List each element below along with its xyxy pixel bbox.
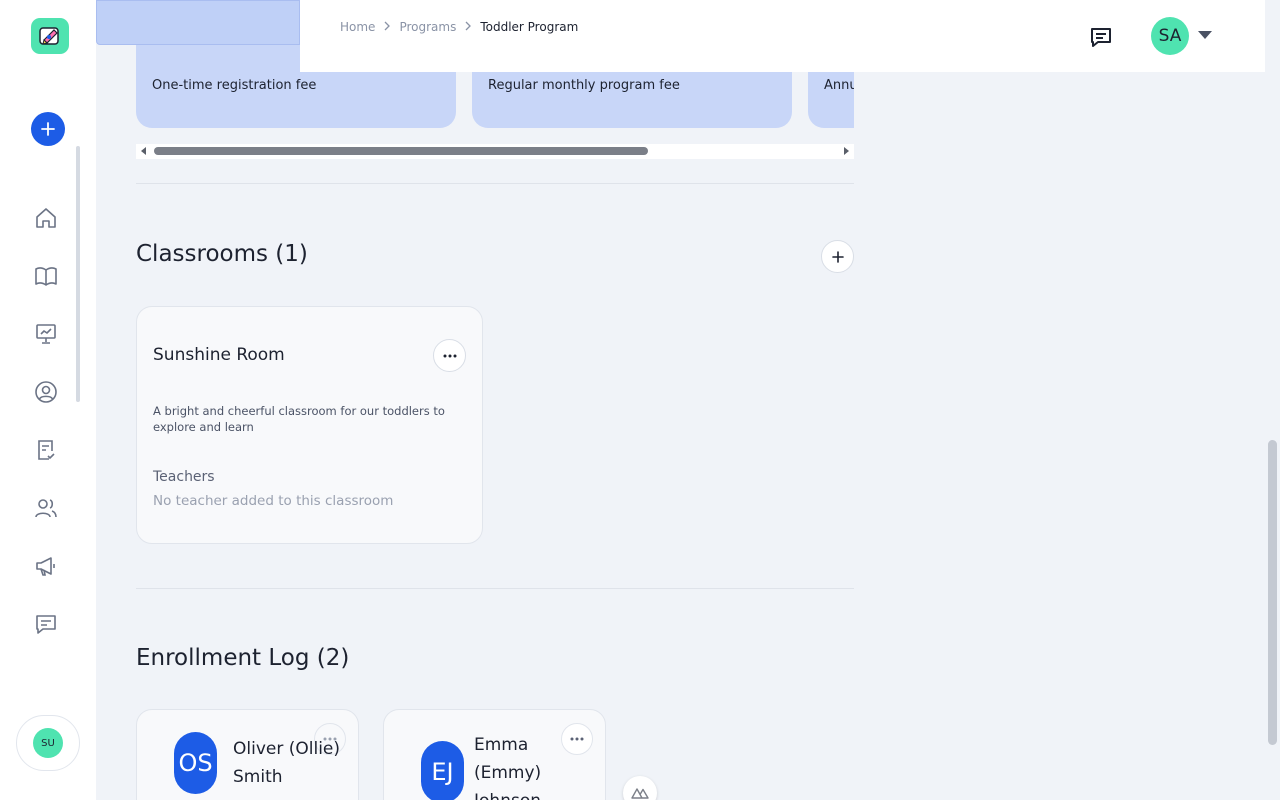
users-icon [35,499,57,518]
presentation-chart-icon [36,324,56,344]
pencil-logo-icon [39,27,59,45]
megaphone-icon [36,557,55,576]
divider [136,183,854,184]
nav-reports[interactable] [32,320,60,348]
selection-overlay [96,0,300,45]
book-icon [35,267,57,286]
app-logo[interactable] [31,18,69,54]
plus-icon [41,122,55,136]
breadcrumb-home[interactable]: Home [340,20,375,34]
plus-icon [831,250,844,263]
enrollment-options-button[interactable] [561,723,593,755]
nav-people[interactable] [32,494,60,522]
student-name: Emma (Emmy) Johnson [474,735,542,800]
user-avatar[interactable]: SA [1151,17,1189,55]
fee-description: Annu [824,78,854,93]
top-header: Home Programs Toddler Program SA [300,0,1265,72]
avatar: EJ [421,741,464,800]
nav-profile[interactable] [32,378,60,406]
classroom-card[interactable]: Sunshine Room A bright and cheerful clas… [136,306,483,544]
classroom-description: A bright and cheerful classroom for our … [153,404,445,434]
enrollment-card[interactable]: EJ Emma (Emmy) Johnson [383,709,606,800]
create-new-button[interactable] [31,112,65,146]
classrooms-title: Classrooms (1) [136,241,308,267]
chat-icon [1091,28,1111,47]
horizontal-scrollbar[interactable] [136,144,854,159]
scroll-right-icon[interactable] [844,147,849,155]
more-horizontal-icon [570,737,584,741]
avatar: SU [33,728,63,758]
caret-down-icon[interactable] [1198,31,1212,39]
scrollbar-thumb[interactable] [154,147,648,155]
sidebar-scrollbar[interactable] [76,146,80,402]
student-name: Oliver (Ollie) Smith [233,739,341,787]
nav-messages[interactable] [32,610,60,638]
nav-announcements[interactable] [32,552,60,580]
chevron-right-icon [383,20,391,34]
avatar: OS [174,732,217,794]
more-horizontal-icon [443,354,456,357]
enrollment-log-title: Enrollment Log (2) [136,645,350,671]
clipboard-check-icon [38,440,55,460]
breadcrumb-current: Toddler Program [480,20,579,34]
nav-tasks[interactable] [32,436,60,464]
breadcrumb: Home Programs Toddler Program [340,20,578,34]
devtools-badge[interactable] [623,776,657,800]
scroll-left-icon[interactable] [141,147,146,155]
breadcrumb-programs[interactable]: Programs [399,20,456,34]
fee-description: Regular monthly program fee [488,78,680,93]
enrollment-card[interactable]: OS Oliver (Ollie) Smith [136,709,359,800]
teachers-empty-state: No teacher added to this classroom [153,493,394,509]
user-menu-chip[interactable]: SU [16,715,80,771]
messages-button[interactable] [1088,24,1114,50]
page-scrollbar[interactable] [1268,440,1277,745]
chevron-right-icon [464,20,472,34]
sidebar: SU [0,0,96,800]
add-classroom-button[interactable] [821,240,854,273]
fee-description: One-time registration fee [152,78,317,93]
home-icon [36,208,56,228]
divider [136,588,854,589]
teachers-label: Teachers [153,469,215,485]
classroom-name: Sunshine Room [153,345,285,365]
nav-programs[interactable] [32,262,60,290]
nuxt-logo-icon [631,788,649,799]
nav-home[interactable] [32,204,60,232]
classroom-options-button[interactable] [433,339,466,372]
user-circle-icon [35,381,57,403]
chat-icon [36,615,56,634]
